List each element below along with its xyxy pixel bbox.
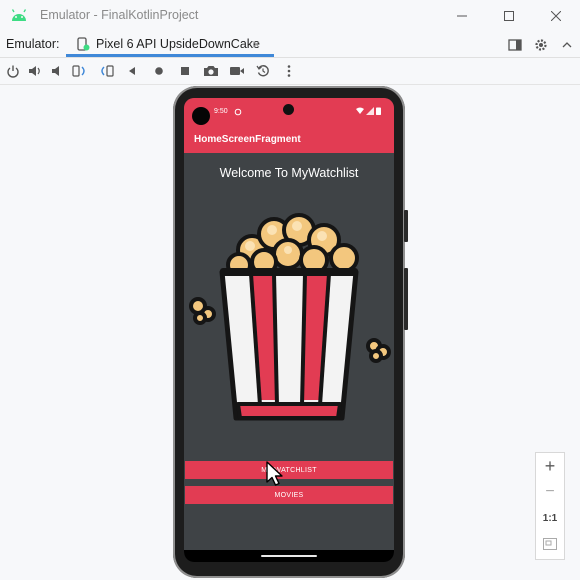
snapshot-icon bbox=[256, 65, 269, 77]
minimize-icon bbox=[457, 15, 467, 17]
back-icon bbox=[129, 67, 135, 75]
power-icon bbox=[7, 65, 19, 78]
window-title: Emulator - FinalKotlinProject bbox=[40, 8, 199, 22]
fit-screen-icon bbox=[543, 538, 557, 550]
phone-power-key[interactable] bbox=[404, 210, 408, 242]
movies-button[interactable]: MOVIES bbox=[185, 486, 393, 504]
volume-down-button[interactable] bbox=[48, 62, 66, 80]
collapse-icon bbox=[562, 42, 572, 48]
home-icon bbox=[155, 67, 163, 75]
settings-button[interactable] bbox=[532, 36, 550, 54]
rotate-left-button[interactable] bbox=[71, 62, 89, 80]
camera-cutout bbox=[283, 104, 294, 115]
close-button[interactable] bbox=[544, 4, 568, 28]
wifi-icon bbox=[356, 107, 364, 114]
device-tab[interactable]: Pixel 6 API UpsideDownCake × bbox=[66, 32, 274, 57]
my-watchlist-button[interactable]: MY WATCHLIST bbox=[185, 461, 393, 479]
rotate-right-button[interactable] bbox=[97, 62, 115, 80]
zoom-in-button[interactable]: + bbox=[536, 453, 564, 479]
emulator-tabbar: Emulator: Pixel 6 API UpsideDownCake × bbox=[0, 32, 580, 58]
battery-icon bbox=[376, 107, 381, 115]
home-button[interactable] bbox=[150, 62, 168, 80]
gear-icon bbox=[535, 39, 547, 51]
app-bar: HomeScreenFragment bbox=[184, 125, 394, 153]
phone-volume-key[interactable] bbox=[404, 268, 408, 330]
popcorn-icon bbox=[189, 213, 391, 421]
close-icon bbox=[551, 11, 561, 21]
tab-close-icon[interactable]: × bbox=[252, 36, 260, 52]
emulator-toolbar bbox=[0, 58, 580, 85]
device-screen[interactable]: 9:50 HomeScreenFragment Welcome To MyWat… bbox=[184, 98, 394, 562]
volume-up-button[interactable] bbox=[26, 62, 44, 80]
zoom-1to1-button[interactable]: 1:1 bbox=[536, 505, 564, 531]
more-icon bbox=[287, 65, 291, 77]
more-button[interactable] bbox=[280, 62, 298, 80]
title-bar: Emulator - FinalKotlinProject bbox=[0, 0, 580, 32]
rotate-left-icon bbox=[72, 65, 85, 77]
zoom-panel: + − 1:1 bbox=[535, 452, 565, 560]
overview-icon bbox=[181, 67, 189, 75]
android-icon bbox=[11, 9, 27, 21]
minimize-button[interactable] bbox=[450, 4, 474, 28]
screenshot-button[interactable] bbox=[202, 62, 220, 80]
layout-button[interactable] bbox=[506, 36, 524, 54]
layout-icon bbox=[508, 39, 522, 51]
navigation-bar bbox=[184, 550, 394, 562]
device-tab-label: Pixel 6 API UpsideDownCake bbox=[96, 37, 260, 51]
active-tab-indicator bbox=[66, 54, 274, 57]
volume-down-icon bbox=[52, 66, 59, 76]
collapse-button[interactable] bbox=[558, 36, 576, 54]
volume-up-icon bbox=[29, 66, 40, 76]
maximize-button[interactable] bbox=[497, 4, 521, 28]
welcome-heading: Welcome To MyWatchlist bbox=[219, 166, 359, 180]
status-bar: 9:50 bbox=[184, 98, 394, 125]
status-time: 9:50 bbox=[214, 108, 228, 115]
fit-screen-button[interactable] bbox=[536, 531, 564, 557]
rotate-right-icon bbox=[101, 65, 114, 77]
maximize-icon bbox=[504, 11, 514, 21]
zoom-out-button[interactable]: − bbox=[536, 479, 564, 505]
signal-icon bbox=[366, 107, 374, 115]
emulator-label: Emulator: bbox=[6, 37, 60, 51]
record-button[interactable] bbox=[228, 62, 246, 80]
power-button[interactable] bbox=[4, 62, 22, 80]
record-icon bbox=[230, 67, 244, 75]
mouse-cursor-icon bbox=[266, 461, 283, 486]
device-icon bbox=[77, 37, 90, 51]
app-bar-title: HomeScreenFragment bbox=[194, 134, 301, 145]
snapshot-button[interactable] bbox=[254, 62, 272, 80]
gesture-handle[interactable] bbox=[261, 555, 317, 557]
back-button[interactable] bbox=[123, 62, 141, 80]
sync-icon bbox=[234, 108, 242, 116]
camera-icon bbox=[204, 66, 218, 76]
overlay-dot bbox=[192, 107, 210, 125]
overview-button[interactable] bbox=[176, 62, 194, 80]
